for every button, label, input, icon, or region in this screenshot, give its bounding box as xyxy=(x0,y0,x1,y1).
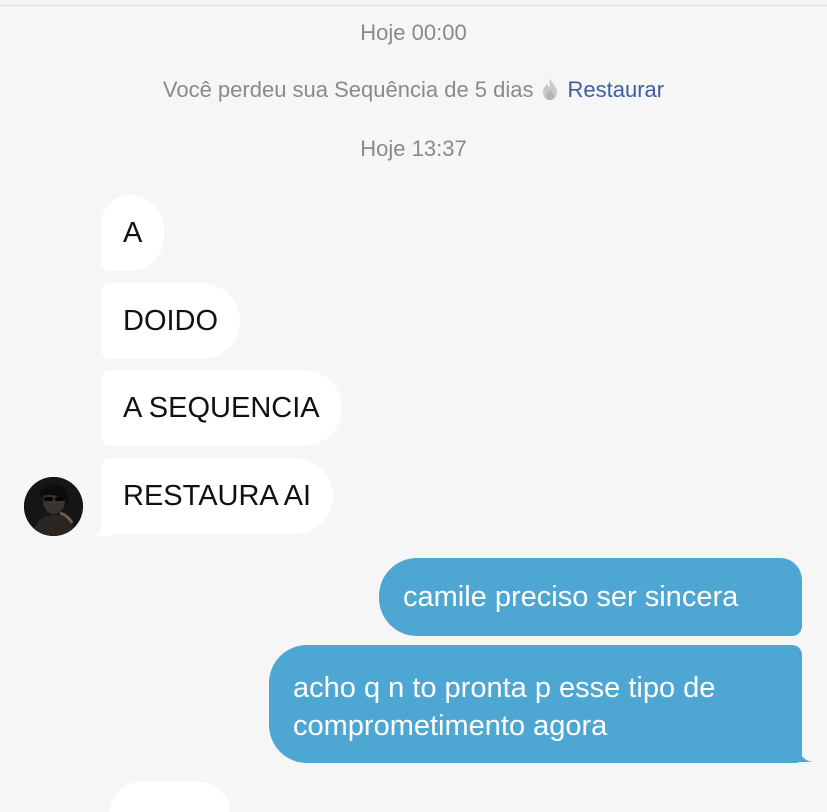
incoming-message[interactable]: A xyxy=(101,195,165,271)
message-text: A SEQUENCIA xyxy=(123,392,320,424)
flame-icon xyxy=(540,77,560,108)
top-divider xyxy=(0,5,827,6)
timestamp-divider: Hoje 13:37 xyxy=(360,136,467,161)
incoming-message-partial[interactable] xyxy=(110,782,230,812)
streak-lost-notice: Você perdeu sua Sequência de 5 dias Resta… xyxy=(0,76,827,108)
outgoing-message[interactable]: acho q n to pronta p esse tipo de compro… xyxy=(269,645,802,763)
incoming-message[interactable]: RESTAURA AI xyxy=(101,458,334,534)
timestamp-divider: Hoje 00:00 xyxy=(360,20,467,45)
incoming-message[interactable]: DOIDO xyxy=(101,283,241,359)
message-text: acho q n to pronta p esse tipo de compro… xyxy=(293,672,716,742)
incoming-bubble-tail xyxy=(92,520,112,536)
streak-notice-text: Você perdeu sua Sequência de 5 dias xyxy=(162,77,534,102)
incoming-message[interactable]: A SEQUENCIA xyxy=(101,370,342,446)
outgoing-message[interactable]: camile preciso ser sincera xyxy=(379,558,802,636)
message-text: DOIDO xyxy=(123,305,219,337)
message-text: camile preciso ser sincera xyxy=(403,581,739,613)
contact-avatar[interactable] xyxy=(24,477,83,536)
message-text: RESTAURA AI xyxy=(123,480,312,512)
message-text: A xyxy=(123,217,143,249)
restore-streak-button[interactable]: Restaurar xyxy=(568,77,665,102)
outgoing-bubble-tail xyxy=(790,744,812,762)
